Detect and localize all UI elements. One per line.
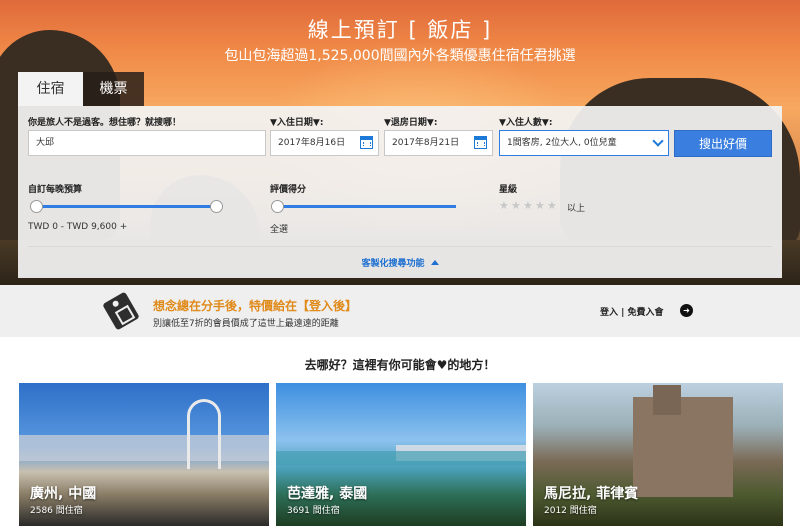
destination-value: 大邱 [36, 138, 55, 148]
search-button[interactable]: 搜出好價 [674, 130, 772, 157]
star-icon[interactable]: ★ [523, 199, 533, 212]
guests-select[interactable]: 1間客房, 2位大人, 0位兒童 [499, 130, 669, 156]
checkout-value: 2017年8月21日 [392, 138, 460, 148]
destination-input[interactable]: 大邱 [28, 130, 266, 156]
destination-count: 3691 間住宿 [287, 506, 340, 516]
church-bell-tower [653, 385, 681, 415]
destination-card[interactable]: 廣州, 中國 2586 間住宿 [19, 383, 269, 526]
promo-subtitle: 別讓低至7折的會員價成了這世上最遠遠的距離 [153, 319, 339, 329]
star-suffix: 以上 [567, 204, 586, 214]
destination-name: 芭達雅, 泰國 [287, 486, 368, 502]
hero-subtitle: 包山包海超過1,525,000間國內外各類優惠住宿任君挑選 [224, 48, 576, 64]
divider [28, 246, 772, 247]
search-panel: 你是旅人不是過客。想住哪？就搜哪！ 大邱 ▼入住日期▼: 2017年8月16日 … [18, 106, 782, 278]
checkout-label: ▼退房日期▼: [384, 118, 438, 128]
budget-min-handle[interactable] [30, 200, 43, 213]
budget-label: 自訂每晚預算 [28, 185, 83, 195]
city-skyline [19, 435, 269, 461]
advanced-search-label: 客製化搜尋功能 [361, 259, 425, 269]
tab-hotels[interactable]: 住宿 [18, 72, 83, 106]
rating-value: 全選 [270, 225, 289, 235]
chevron-down-icon [652, 135, 664, 147]
star-icon[interactable]: ★ [547, 199, 557, 212]
destination-count: 2012 間住宿 [544, 506, 597, 516]
budget-range-text: TWD 0 - TWD 9,600 + [28, 222, 128, 232]
advanced-search-toggle[interactable]: 客製化搜尋功能 [18, 256, 782, 269]
arrow-right-icon[interactable]: ➜ [680, 304, 693, 317]
login-signup-link[interactable]: 登入 | 免費入會 [600, 305, 664, 318]
star-icon[interactable]: ★ [535, 199, 545, 212]
guests-value: 1間客房, 2位大人, 0位兒童 [507, 138, 617, 148]
calendar-icon[interactable] [474, 136, 487, 149]
budget-max-handle[interactable] [210, 200, 223, 213]
destination-label: 你是旅人不是過客。想住哪？就搜哪！ [28, 118, 182, 128]
rating-slider-track[interactable] [276, 205, 456, 208]
calendar-icon[interactable] [360, 136, 373, 149]
hero-title: 線上預訂 [ 飯店 ] [307, 18, 493, 42]
caret-up-icon [430, 260, 439, 265]
destination-count: 2586 間住宿 [30, 506, 83, 516]
destination-card[interactable]: 馬尼拉, 菲律賓 2012 間住宿 [533, 383, 783, 526]
rating-label: 評價得分 [270, 185, 307, 195]
star-icon[interactable]: ★ [511, 199, 521, 212]
checkin-label: ▼入住日期▼: [270, 118, 324, 128]
tab-flights[interactable]: 機票 [83, 72, 144, 106]
budget-slider-track[interactable] [36, 205, 218, 208]
destination-card[interactable]: 芭達雅, 泰國 3691 間住宿 [276, 383, 526, 526]
star-label: 星級 [499, 185, 518, 195]
church-facade [633, 397, 733, 497]
guests-label: ▼入住人數▼: [499, 118, 553, 128]
destination-name: 馬尼拉, 菲律賓 [544, 486, 639, 502]
promo-title: 想念總在分手後，特價給在【登入後】 [153, 299, 358, 313]
checkout-date-field[interactable]: 2017年8月21日 [384, 130, 493, 156]
star-icon[interactable]: ★ [499, 199, 509, 212]
rating-handle[interactable] [271, 200, 284, 213]
checkin-date-field[interactable]: 2017年8月16日 [270, 130, 379, 156]
destination-name: 廣州, 中國 [30, 486, 97, 502]
destinations-heading: 去哪好？這裡有你可能會♥的地方！ [304, 358, 496, 372]
checkin-value: 2017年8月16日 [278, 138, 346, 148]
bridge-arch [187, 399, 221, 469]
bay-water [276, 451, 526, 465]
